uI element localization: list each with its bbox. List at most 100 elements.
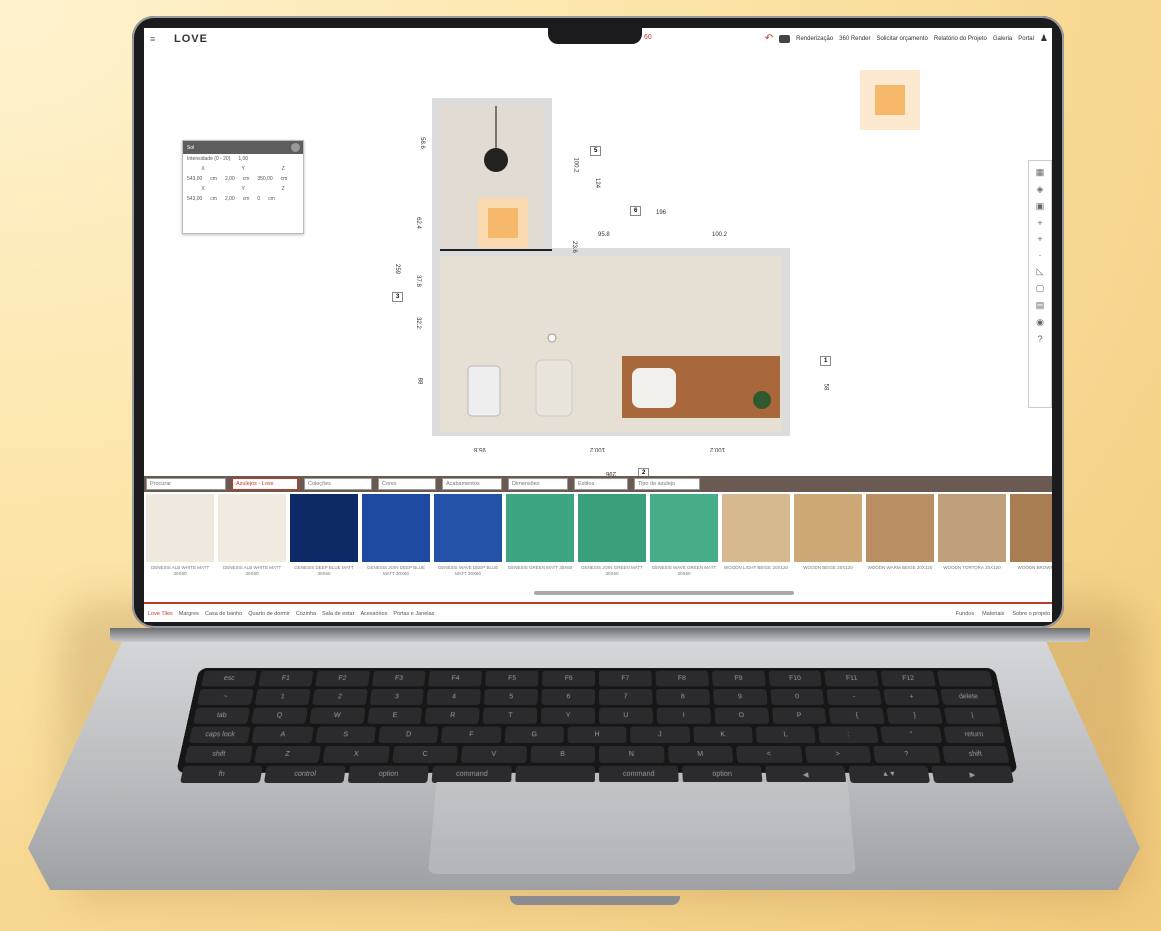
tab-margres[interactable]: Margres bbox=[179, 611, 199, 617]
cube-icon[interactable]: ◈ bbox=[1037, 184, 1044, 195]
intensity-input[interactable]: 1,00 bbox=[238, 156, 248, 162]
tile-card[interactable]: GENESIS GREEN MATT 30X60 bbox=[506, 494, 574, 602]
tile-swatch[interactable] bbox=[146, 494, 214, 562]
zoom-in-icon[interactable]: + bbox=[1037, 218, 1042, 228]
tile-swatch[interactable] bbox=[434, 494, 502, 562]
tile-card[interactable]: WOODN BEIGE 20X120 bbox=[794, 494, 862, 602]
tab-bathroom[interactable]: Casa de banho bbox=[205, 611, 242, 617]
tab-love-tiles[interactable]: Love Tiles bbox=[148, 611, 173, 617]
zoom-out-icon[interactable]: + bbox=[1037, 234, 1042, 244]
catalog-scrollbar[interactable] bbox=[534, 591, 794, 595]
tile-swatch[interactable] bbox=[866, 494, 934, 562]
key: command bbox=[431, 765, 512, 783]
nav-360[interactable]: 360 Render bbox=[839, 36, 870, 42]
camera-icon[interactable]: ▢ bbox=[1036, 283, 1045, 294]
tile-card[interactable]: GENESIS DEEP BLUE MATT 30X60 bbox=[290, 494, 358, 602]
x-input[interactable]: 543,00 bbox=[187, 196, 202, 202]
tile-swatch[interactable] bbox=[794, 494, 862, 562]
light-panel[interactable]: Sol Intensidade (0 - 20) 1,00 X Y Z 543,… bbox=[182, 140, 304, 234]
tile-card[interactable]: WOODN LIGHT BEIGE 20X120 bbox=[722, 494, 790, 602]
measure-icon[interactable]: ◺ bbox=[1037, 266, 1044, 277]
move-icon[interactable]: · bbox=[1039, 250, 1042, 260]
screen: ≡ LOVE 6 0 ↶ Renderização 360 Render Soli… bbox=[144, 28, 1052, 622]
filter-collections[interactable]: Coleções bbox=[304, 478, 372, 490]
tile-swatch[interactable] bbox=[722, 494, 790, 562]
key: Q bbox=[250, 707, 308, 724]
menu-icon[interactable]: ≡ bbox=[150, 34, 160, 44]
light-panel-title: Sol bbox=[187, 144, 195, 151]
unit: cm bbox=[210, 196, 217, 202]
tile-swatch[interactable] bbox=[938, 494, 1006, 562]
filter-finishes[interactable]: Acabamentos bbox=[442, 478, 502, 490]
tab-accessories[interactable]: Acessórios bbox=[360, 611, 387, 617]
tab-backgrounds[interactable]: Fundos bbox=[956, 611, 974, 617]
tile-card[interactable]: GENESIS WAVE GREEN MATT 30X60 bbox=[650, 494, 718, 602]
tab-materials[interactable]: Materiais bbox=[982, 611, 1004, 617]
tile-swatch[interactable] bbox=[218, 494, 286, 562]
filter-styles[interactable]: Estilos bbox=[574, 478, 628, 490]
undo-icon[interactable]: ↶ bbox=[765, 33, 773, 44]
x-input[interactable]: 543,00 bbox=[187, 176, 202, 182]
nav-render[interactable]: Renderização bbox=[796, 36, 833, 42]
y-input[interactable]: 2,00 bbox=[225, 176, 235, 182]
nav-quote[interactable]: Solicitar orçamento bbox=[877, 36, 928, 42]
key: esc bbox=[201, 670, 257, 687]
key: U bbox=[599, 707, 654, 724]
layers-icon[interactable]: ▤ bbox=[1036, 300, 1045, 311]
tab-doors-windows[interactable]: Portas e Janelas bbox=[393, 611, 434, 617]
search-input[interactable]: Procurar bbox=[146, 478, 226, 490]
tile-swatch[interactable] bbox=[362, 494, 430, 562]
tile-card[interactable]: WOODN BROWN 20X120 bbox=[1010, 494, 1052, 602]
wall-tag[interactable]: 3 bbox=[392, 292, 404, 302]
tile-swatch[interactable] bbox=[506, 494, 574, 562]
tab-bedroom[interactable]: Quarto de dormir bbox=[248, 611, 290, 617]
tab-about-project[interactable]: Sobre o projeto bbox=[1012, 611, 1050, 617]
tile-card[interactable]: GENESIS JOIN DEEP BLUE MATT 30X60 bbox=[362, 494, 430, 602]
wall-tag[interactable]: 1 bbox=[820, 356, 832, 366]
room-floorplan[interactable] bbox=[432, 98, 792, 436]
floorplan-icon[interactable]: ▦ bbox=[1036, 167, 1045, 178]
drain bbox=[547, 333, 557, 343]
nav-portal[interactable]: Portal bbox=[1018, 36, 1034, 42]
key: ~ bbox=[197, 689, 254, 705]
tab-kitchen[interactable]: Cozinha bbox=[296, 611, 316, 617]
key: J bbox=[630, 726, 690, 744]
tile-swatch[interactable] bbox=[290, 494, 358, 562]
eye-icon[interactable]: ◉ bbox=[1036, 317, 1044, 328]
tile-card[interactable]: GENESIS ALB WHITE MATT 30X60 bbox=[218, 494, 286, 602]
key: | bbox=[944, 707, 1002, 724]
tile-swatch[interactable] bbox=[578, 494, 646, 562]
z-input[interactable]: 350,00 bbox=[257, 176, 272, 182]
camera-icon[interactable] bbox=[779, 34, 791, 43]
tile-card[interactable]: GENESIS ALB WHITE MATT 30X60 bbox=[146, 494, 214, 602]
tab-living-room[interactable]: Sala de estar bbox=[322, 611, 354, 617]
filter-category[interactable]: Azulejos - Love bbox=[232, 478, 298, 490]
tile-card[interactable]: GENESIS JOIN GREEN MATT 30X60 bbox=[578, 494, 646, 602]
tile-swatch[interactable] bbox=[1010, 494, 1052, 562]
nav-gallery[interactable]: Galeria bbox=[993, 36, 1012, 42]
z-input[interactable]: 0 bbox=[257, 196, 260, 202]
filter-tile-type[interactable]: Tipo de azulejo bbox=[634, 478, 700, 490]
tile-card[interactable]: WOODN TORTORA 20X120 bbox=[938, 494, 1006, 602]
tile-card[interactable]: GENESIS WAVE DEEP BLUE MATT 30X60 bbox=[434, 494, 502, 602]
filter-dimensions[interactable]: Dimensões bbox=[508, 478, 568, 490]
nav-report[interactable]: Relatório do Projeto bbox=[934, 36, 987, 42]
floorplan-canvas[interactable]: Sol Intensidade (0 - 20) 1,00 X Y Z 543,… bbox=[144, 50, 1052, 478]
y-input[interactable]: 2,00 bbox=[225, 196, 235, 202]
tile-swatch[interactable] bbox=[650, 494, 718, 562]
app-logo[interactable]: LOVE bbox=[174, 33, 208, 45]
dim-label: 100.2 bbox=[572, 157, 579, 173]
help-icon[interactable]: ? bbox=[1037, 334, 1042, 344]
key: F2 bbox=[314, 670, 370, 687]
preview-thumbnail[interactable] bbox=[860, 70, 920, 130]
tile-label: WOODN BEIGE 20X120 bbox=[803, 565, 853, 570]
laptop-hinge bbox=[110, 628, 1090, 642]
user-icon[interactable]: ♟ bbox=[1040, 33, 1048, 44]
view-icon[interactable]: ▣ bbox=[1036, 201, 1045, 212]
close-icon[interactable] bbox=[291, 143, 300, 152]
tile-card[interactable]: WOODN WARM BEIGE 20X120 bbox=[866, 494, 934, 602]
filter-colors[interactable]: Cores bbox=[378, 478, 436, 490]
wall-tag[interactable]: 5 bbox=[590, 146, 602, 156]
dim-label: 100.2 bbox=[590, 446, 606, 452]
wall-tag[interactable]: 6 bbox=[630, 206, 642, 216]
